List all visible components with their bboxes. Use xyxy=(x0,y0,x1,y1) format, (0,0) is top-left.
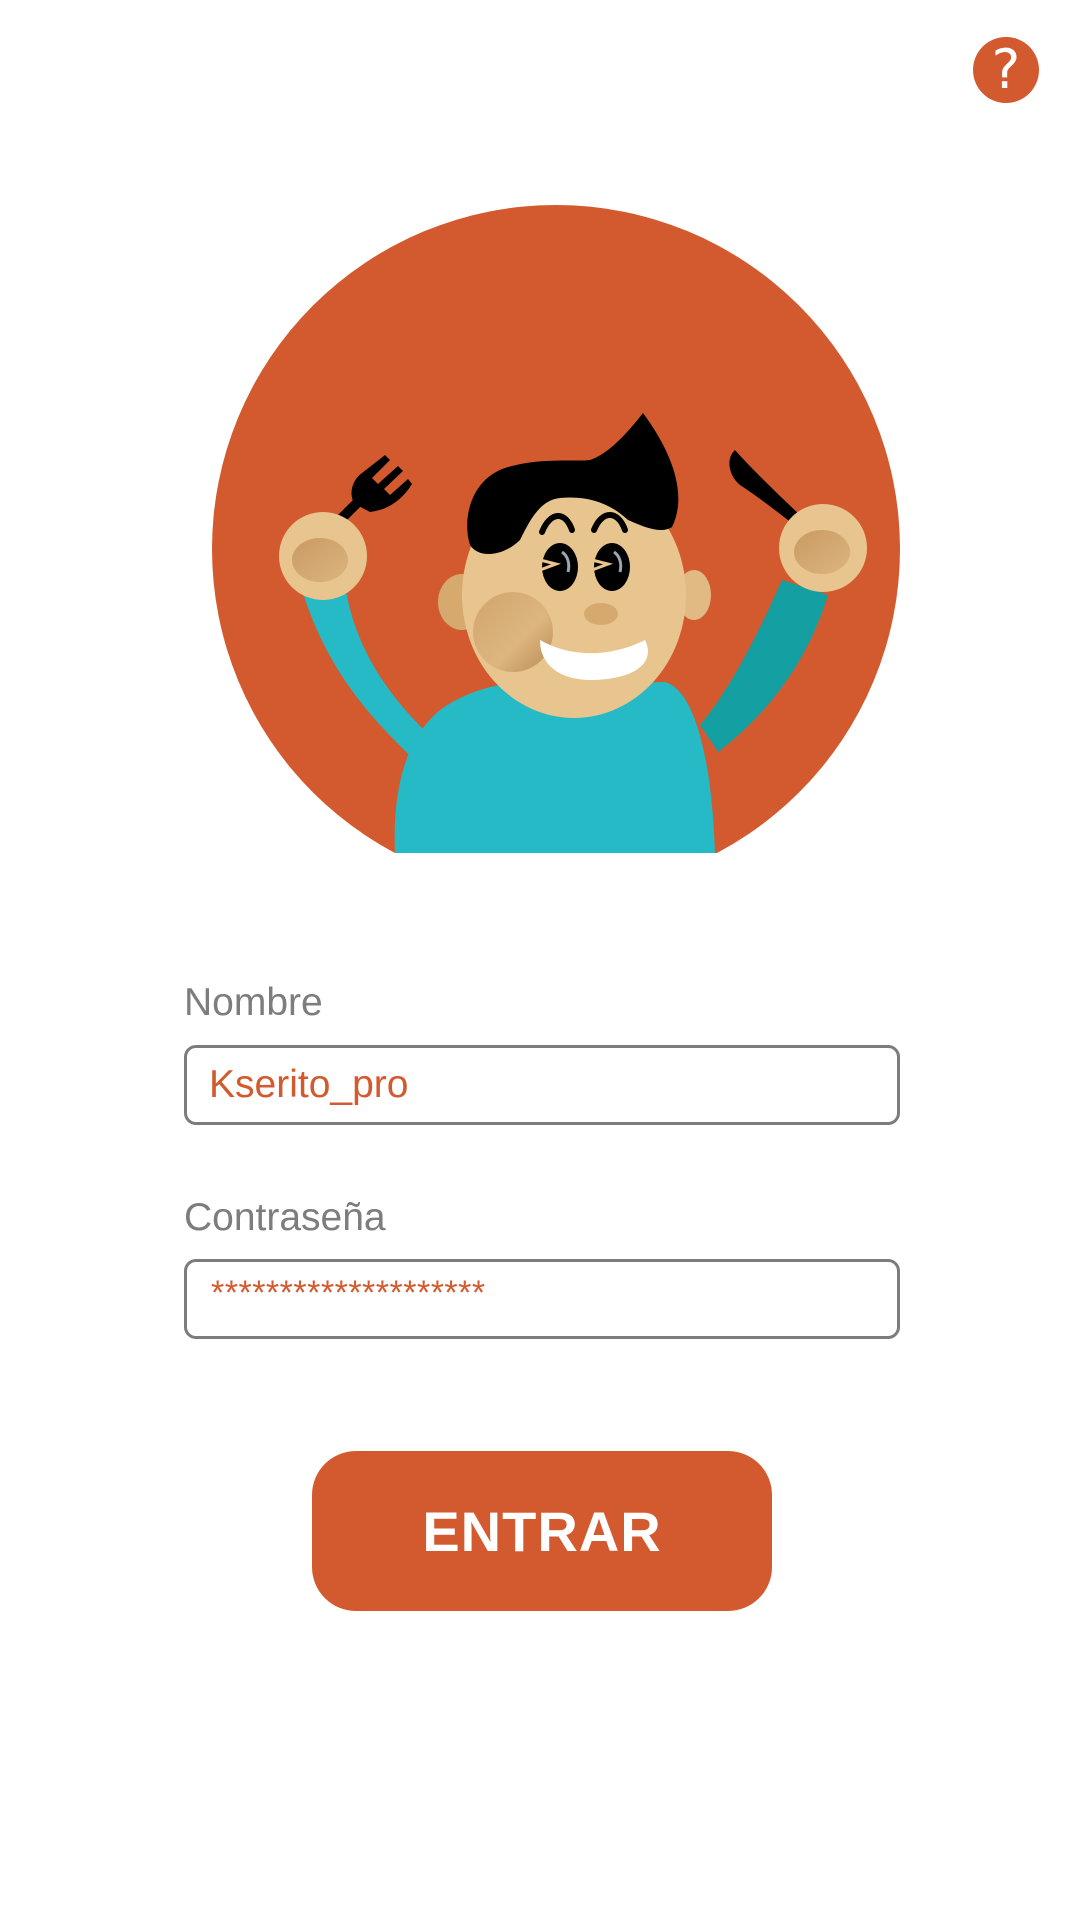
name-field[interactable] xyxy=(184,1045,900,1125)
password-label: Contraseña xyxy=(184,1196,386,1239)
right-hand xyxy=(779,504,867,592)
mascot-illustration xyxy=(212,205,900,853)
name-label: Nombre xyxy=(184,981,323,1024)
left-hand xyxy=(279,512,367,600)
password-mask: ******************** xyxy=(211,1274,486,1312)
password-field[interactable]: ******************** xyxy=(184,1259,900,1339)
name-input[interactable] xyxy=(209,1048,879,1122)
enter-button[interactable]: ENTRAR xyxy=(312,1451,772,1611)
